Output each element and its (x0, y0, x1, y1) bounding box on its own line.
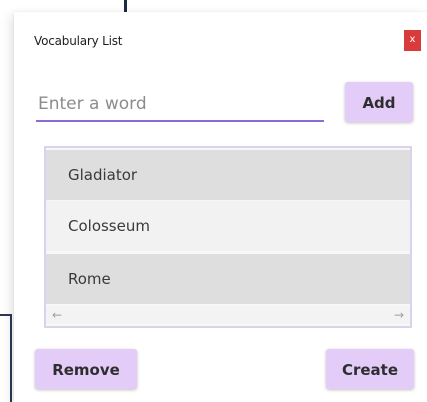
screen: Vocabulary List x Add Gladiator Colosseu… (0, 0, 427, 402)
background-line (10, 314, 12, 402)
vocabulary-list[interactable]: Gladiator Colosseum Rome ← → (44, 146, 412, 328)
list-item[interactable]: Colosseum (46, 201, 410, 251)
list-item[interactable]: Gladiator (46, 150, 410, 200)
arrow-right-icon[interactable]: → (390, 306, 408, 324)
window-title: Vocabulary List (34, 34, 123, 48)
word-input[interactable] (36, 88, 324, 122)
close-button[interactable]: x (404, 30, 421, 51)
list-item[interactable]: Rome (46, 254, 410, 304)
remove-button[interactable]: Remove (35, 349, 137, 389)
arrow-left-icon[interactable]: ← (48, 306, 66, 324)
horizontal-scrollbar[interactable]: ← → (46, 306, 410, 324)
create-button[interactable]: Create (326, 349, 414, 389)
vocabulary-window: Vocabulary List x Add Gladiator Colosseu… (14, 12, 427, 402)
add-button[interactable]: Add (345, 82, 413, 122)
